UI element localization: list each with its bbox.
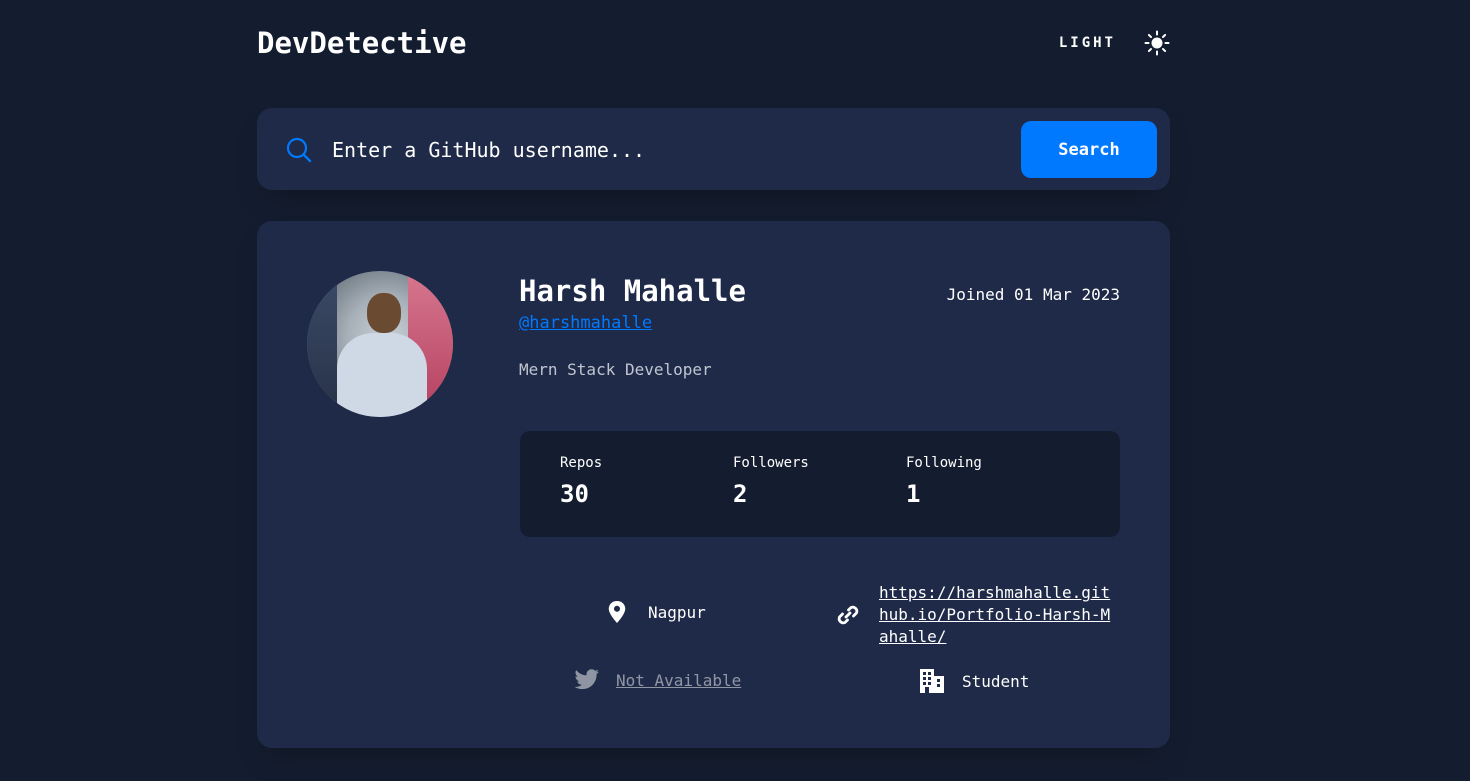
- blog-link[interactable]: https://harshmahalle.github.io/Portfolio…: [879, 582, 1119, 648]
- stat-value: 1: [906, 480, 921, 508]
- profile-bio: Mern Stack Developer: [519, 360, 712, 379]
- search-bar: Search: [257, 108, 1170, 190]
- stat-value: 30: [560, 480, 589, 508]
- profile-username-link[interactable]: @harshmahalle: [519, 313, 652, 333]
- app-title: DevDetective: [257, 26, 467, 60]
- blog-row: https://harshmahalle.github.io/Portfolio…: [835, 582, 1119, 648]
- building-icon: [920, 669, 944, 693]
- search-input[interactable]: [332, 130, 992, 170]
- location-row: Nagpur: [606, 599, 706, 625]
- search-icon: [286, 137, 312, 163]
- location-pin-icon: [608, 601, 626, 623]
- theme-toggle-button[interactable]: LIGHT: [1059, 28, 1170, 58]
- location-text: Nagpur: [648, 602, 706, 622]
- theme-toggle-label: LIGHT: [1058, 35, 1116, 51]
- joined-date: Joined 01 Mar 2023: [946, 285, 1120, 304]
- stat-following: Following 1: [906, 455, 982, 508]
- stats-panel: Repos 30 Followers 2 Following 1: [520, 431, 1120, 537]
- stat-repos: Repos 30: [560, 455, 602, 508]
- stat-followers: Followers 2: [733, 455, 809, 508]
- twitter-icon: [574, 669, 599, 690]
- stat-label: Following: [906, 455, 982, 471]
- company-row: Student: [919, 668, 1029, 694]
- stat-label: Repos: [560, 455, 603, 471]
- profile-name: Harsh Mahalle: [519, 274, 746, 308]
- link-icon: [837, 605, 859, 625]
- stat-label: Followers: [733, 455, 809, 471]
- sun-icon: [1144, 30, 1170, 56]
- header: DevDetective LIGHT: [257, 26, 1170, 66]
- twitter-link[interactable]: Not Available: [616, 671, 741, 690]
- twitter-row: Not Available: [574, 669, 741, 691]
- stat-value: 2: [733, 480, 748, 508]
- search-button[interactable]: Search: [1021, 121, 1157, 178]
- user-avatar: [307, 271, 453, 417]
- profile-card: Harsh Mahalle Joined 01 Mar 2023 @harshm…: [257, 221, 1170, 748]
- company-text: Student: [962, 671, 1030, 691]
